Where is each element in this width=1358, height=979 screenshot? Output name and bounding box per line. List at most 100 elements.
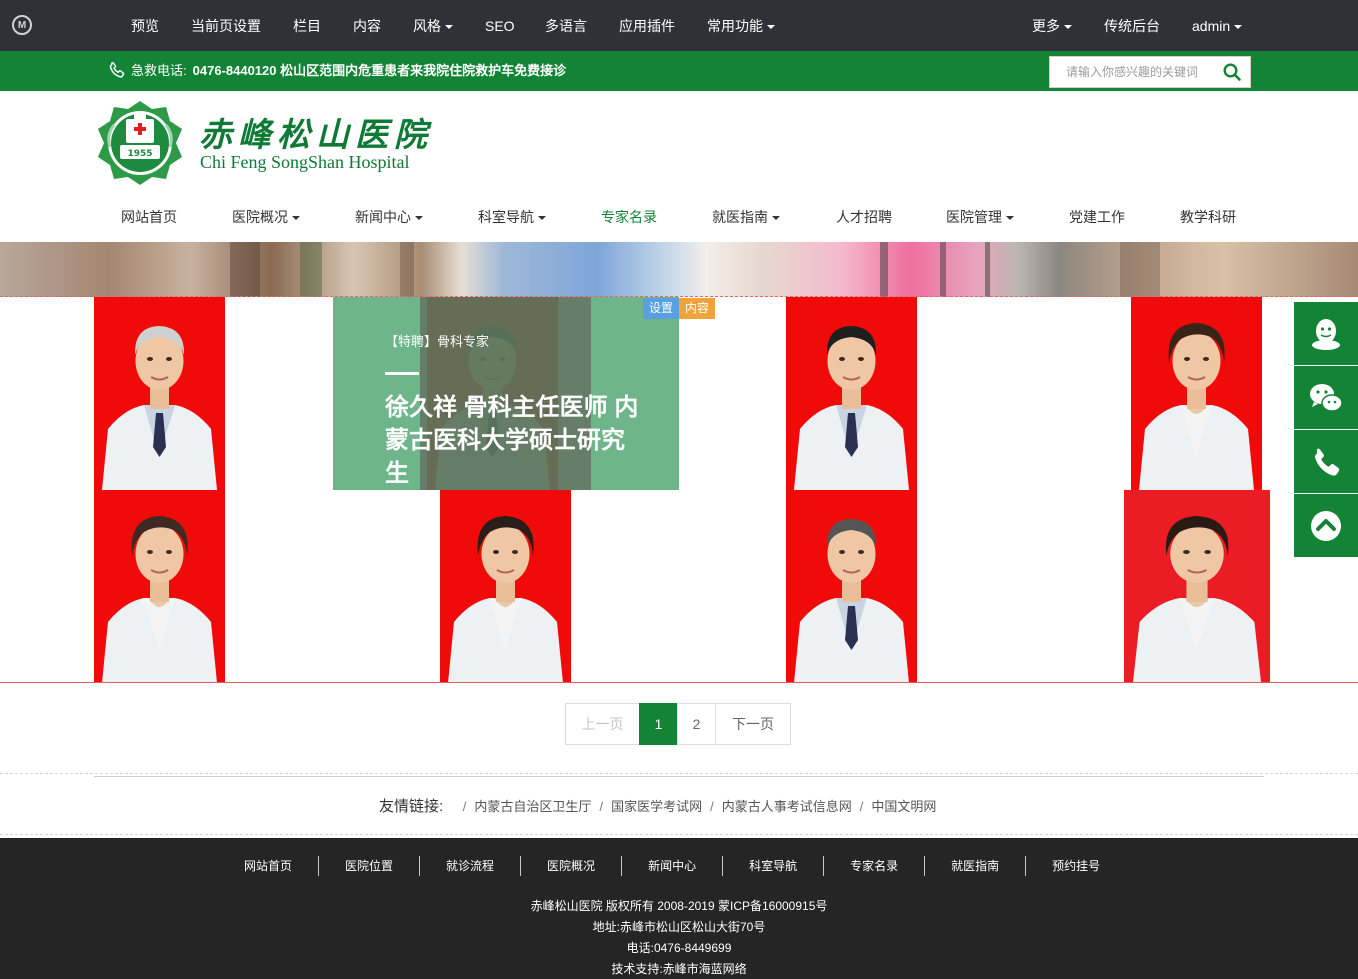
nav-item[interactable]: 人才招聘 bbox=[836, 198, 892, 236]
edit-badges: 设置 内容 bbox=[643, 298, 716, 319]
emergency-phone-text: 急救电话: 0476-8440120 松山区范围内危重患者来我院住院救护车免费接诊 bbox=[131, 51, 566, 91]
admin-menu-label: 预览 bbox=[131, 18, 159, 34]
footer-info: 赤峰松山医院 版权所有 2008-2019 蒙ICP备16000915号 地址:… bbox=[0, 896, 1358, 979]
admin-menu-label: 风格 bbox=[413, 18, 441, 34]
nav-item[interactable]: 专家名录 bbox=[601, 198, 657, 236]
chevron-down-icon bbox=[415, 216, 423, 221]
expert-card[interactable] bbox=[346, 490, 692, 683]
footer-nav-link[interactable]: 就诊流程 bbox=[420, 856, 522, 876]
cms-logo-icon[interactable]: M bbox=[12, 15, 32, 35]
admin-menu-label: 应用插件 bbox=[619, 18, 675, 34]
expert-card[interactable] bbox=[692, 490, 1038, 683]
qq-button[interactable] bbox=[1294, 302, 1358, 365]
admin-menu-label: 更多 bbox=[1032, 18, 1060, 34]
chevron-down-icon bbox=[445, 25, 453, 30]
expert-photo bbox=[786, 490, 917, 683]
admin-menu-label: 多语言 bbox=[545, 18, 587, 34]
pagination-next-button[interactable]: 下一页 bbox=[715, 703, 791, 745]
nav-item[interactable]: 新闻中心 bbox=[355, 198, 423, 236]
expert-card[interactable] bbox=[0, 490, 346, 683]
footer-top-divider bbox=[0, 834, 1358, 835]
admin-menu-item[interactable]: admin bbox=[1192, 0, 1243, 51]
admin-menu-item[interactable]: 栏目 bbox=[293, 0, 321, 51]
phone-button[interactable] bbox=[1294, 430, 1358, 493]
nav-item[interactable]: 就医指南 bbox=[712, 198, 780, 236]
expert-card[interactable] bbox=[692, 297, 1038, 490]
nav-item[interactable]: 教学科研 bbox=[1180, 198, 1236, 236]
admin-menu-item[interactable]: 传统后台 bbox=[1104, 0, 1160, 51]
admin-menu-item[interactable]: SEO bbox=[485, 0, 515, 51]
expert-grid bbox=[0, 297, 1358, 683]
nav-item-label: 科室导航 bbox=[478, 209, 534, 225]
pagination-page-button[interactable]: 1 bbox=[639, 703, 678, 745]
footer-nav-link[interactable]: 科室导航 bbox=[723, 856, 825, 876]
footer-address: 地址:赤峰市松山区松山大街70号 bbox=[592, 920, 766, 934]
nav-item[interactable]: 医院管理 bbox=[946, 198, 1014, 236]
admin-menu-item[interactable]: 多语言 bbox=[545, 0, 587, 51]
chevron-down-icon bbox=[538, 216, 546, 221]
pagination-page-button[interactable]: 2 bbox=[677, 703, 716, 745]
search-input[interactable] bbox=[1050, 57, 1220, 87]
chevron-down-icon bbox=[1234, 25, 1243, 30]
footer-nav-link[interactable]: 新闻中心 bbox=[622, 856, 724, 876]
admin-menu-label: 当前页设置 bbox=[191, 18, 261, 34]
expert-hover-card[interactable]: 【特聘】骨科专家 徐久祥 骨科主任医师 内蒙古医科大学硕士研究生 bbox=[333, 297, 679, 490]
pagination-prev-button[interactable]: 上一页 bbox=[565, 703, 640, 745]
footer-phone: 电话:0476-8449699 bbox=[626, 941, 732, 955]
admin-menu-item[interactable]: 应用插件 bbox=[619, 0, 675, 51]
admin-menu-item[interactable]: 预览 bbox=[131, 0, 159, 51]
link-separator: / bbox=[710, 799, 714, 814]
nav-item-label: 医院概况 bbox=[232, 209, 288, 225]
admin-menu-item[interactable]: 当前页设置 bbox=[191, 0, 261, 51]
search-icon[interactable] bbox=[1222, 62, 1242, 82]
admin-menu-label: admin bbox=[1192, 18, 1231, 34]
wechat-button[interactable] bbox=[1294, 366, 1358, 429]
edit-badge-settings[interactable]: 设置 bbox=[643, 298, 680, 319]
nav-item[interactable]: 科室导航 bbox=[478, 198, 546, 236]
nav-item-label: 教学科研 bbox=[1180, 209, 1236, 225]
nav-item[interactable]: 网站首页 bbox=[121, 198, 177, 236]
admin-menu-label: 内容 bbox=[353, 18, 381, 34]
nav-item-label: 医院管理 bbox=[946, 209, 1002, 225]
footer-nav-link[interactable]: 医院概况 bbox=[521, 856, 623, 876]
emergency-bar: 急救电话: 0476-8440120 松山区范围内危重患者来我院住院救护车免费接诊 bbox=[0, 51, 1358, 91]
edit-badge-content[interactable]: 内容 bbox=[679, 298, 716, 319]
nav-item-label: 就医指南 bbox=[712, 209, 768, 225]
main-navigation: 网站首页 医院概况 新闻中心 科室导航 专家名录 就医指南 人才招聘 医院管理 党建工作 教学科研 bbox=[0, 198, 1358, 240]
back-to-top-button[interactable] bbox=[1294, 494, 1358, 557]
qq-icon bbox=[1312, 318, 1340, 350]
friend-link[interactable]: 中国文明网 bbox=[871, 799, 936, 814]
footer-nav-link[interactable]: 就医指南 bbox=[925, 856, 1027, 876]
admin-menu-item[interactable]: 风格 bbox=[413, 0, 453, 51]
nav-item[interactable]: 医院概况 bbox=[232, 198, 300, 236]
nav-item[interactable]: 党建工作 bbox=[1069, 198, 1125, 236]
wechat-icon bbox=[1310, 383, 1343, 412]
admin-menu-item[interactable]: 常用功能 bbox=[707, 0, 775, 51]
expert-tag: 【特聘】骨科专家 bbox=[385, 334, 490, 349]
logo-year: 1955 bbox=[127, 149, 152, 159]
page-banner-image bbox=[0, 242, 1358, 297]
expert-photo bbox=[94, 297, 225, 490]
footer-nav-link[interactable]: 网站首页 bbox=[218, 856, 320, 876]
friend-link[interactable]: 国家医学考试网 bbox=[611, 799, 702, 814]
friend-links: 友情链接: / 内蒙古自治区卫生厅 / 国家医学考试网 / 内蒙古人事考试信息网 / 中国文明… bbox=[379, 795, 936, 816]
friend-link[interactable]: 内蒙古自治区卫生厅 bbox=[474, 799, 591, 814]
pagination: 上一页 1 2 下一页 bbox=[565, 703, 791, 745]
nav-item-label: 新闻中心 bbox=[355, 209, 411, 225]
chevron-down-icon bbox=[1064, 25, 1072, 30]
admin-menu-item[interactable]: 内容 bbox=[353, 0, 381, 51]
footer-nav-link[interactable]: 专家名录 bbox=[824, 856, 926, 876]
phone-icon bbox=[1315, 448, 1340, 476]
footer-nav-link[interactable]: 医院位置 bbox=[319, 856, 421, 876]
friend-link[interactable]: 内蒙古人事考试信息网 bbox=[722, 799, 852, 814]
link-separator: / bbox=[599, 799, 604, 814]
expert-card[interactable] bbox=[0, 297, 346, 490]
link-separator: / bbox=[462, 799, 467, 814]
chevron-down-icon bbox=[767, 25, 775, 30]
footer-navigation: 网站首页 医院位置 就诊流程 医院概况 新闻中心 科室导航 专家名录 就医指南 预约挂号 bbox=[218, 856, 1126, 876]
admin-menu-label: SEO bbox=[485, 18, 515, 34]
hospital-emblem-logo[interactable]: 1955 bbox=[96, 99, 184, 187]
footer-nav-link[interactable]: 预约挂号 bbox=[1026, 856, 1126, 876]
admin-menu-item[interactable]: 更多 bbox=[1032, 0, 1072, 51]
back-to-top-icon bbox=[1311, 510, 1341, 541]
